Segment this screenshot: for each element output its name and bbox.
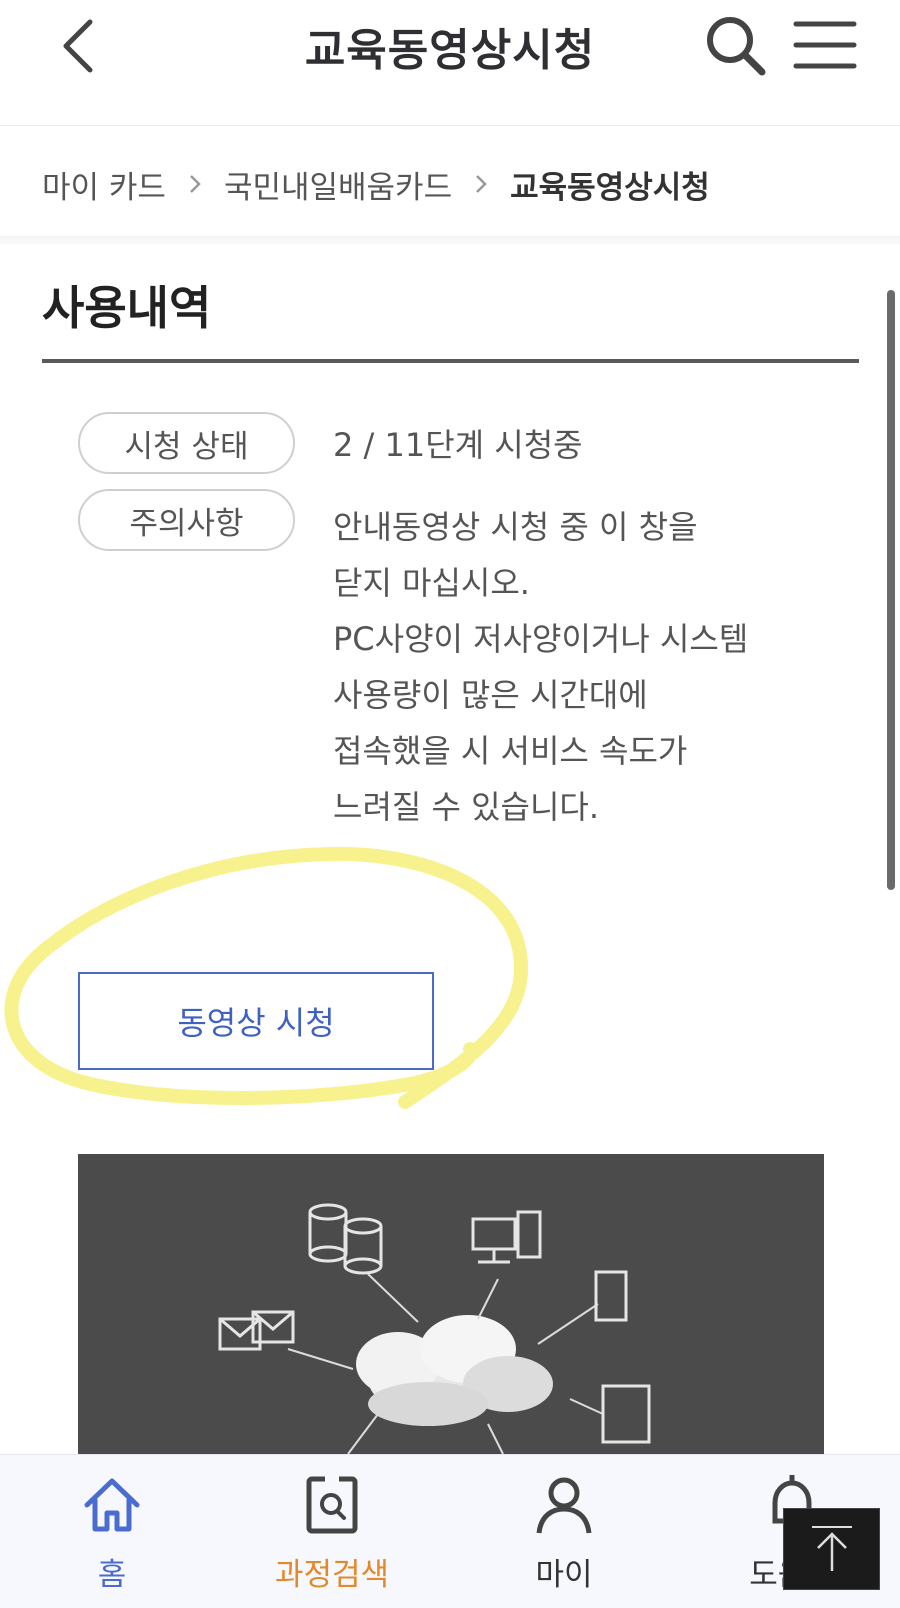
tab-course-search[interactable]: 과정검색 <box>252 1471 412 1601</box>
notice-line: 접속했을 시 서비스 속도가 <box>333 732 688 770</box>
cloud-network-image <box>78 1154 824 1454</box>
notice-line: 느려질 수 있습니다. <box>333 788 600 826</box>
app-header: 교육동영상시청 <box>0 0 900 126</box>
search-button[interactable] <box>700 10 770 80</box>
breadcrumb: 마이 카드 국민내일배움카드 교육동영상시청 <box>0 126 900 242</box>
tab-label: 과정검색 <box>274 1557 390 1593</box>
tab-label: 홈 <box>97 1557 127 1593</box>
hamburger-menu-icon <box>793 21 857 69</box>
tab-my[interactable]: 마이 <box>484 1471 644 1601</box>
video-thumbnail[interactable] <box>78 1154 824 1454</box>
search-icon <box>707 17 766 76</box>
menu-button[interactable] <box>790 10 860 80</box>
notice-line: 사용량이 많은 시간대에 <box>333 676 648 714</box>
breadcrumb-item-card[interactable]: 국민내일배움카드 <box>224 162 452 207</box>
user-icon <box>536 1477 592 1534</box>
breadcrumb-item-my-card[interactable]: 마이 카드 <box>42 162 166 207</box>
course-search-icon <box>306 1476 358 1534</box>
home-icon <box>84 1478 140 1532</box>
scroll-to-top-button[interactable] <box>783 1508 880 1590</box>
status-value: 2 / 11단계 시청중 <box>333 426 583 464</box>
notice-label-badge: 주의사항 <box>78 489 295 551</box>
scrollbar[interactable] <box>887 290 895 890</box>
section-divider <box>42 359 859 363</box>
arrow-up-icon <box>811 1526 852 1571</box>
main-content: 사용내역 시청 상태 2 / 11단계 시청중 주의사항 안내동영상 시청 중 … <box>0 244 900 1454</box>
chevron-right-icon <box>474 173 488 195</box>
tab-home[interactable]: 홈 <box>32 1471 192 1601</box>
notice-row: 주의사항 안내동영상 시청 중 이 창을 닫지 마십시오. PC사양이 저사양이… <box>78 489 748 826</box>
status-label-badge: 시청 상태 <box>78 412 295 474</box>
chevron-right-icon <box>188 173 202 195</box>
tab-label: 마이 <box>535 1557 593 1593</box>
notice-line: PC사양이 저사양이거나 시스템 <box>333 620 749 658</box>
notice-line: 닫지 마십시오. <box>333 564 530 602</box>
notice-text: 안내동영상 시청 중 이 창을 닫지 마십시오. PC사양이 저사양이거나 시스… <box>333 499 833 835</box>
watch-video-button[interactable]: 동영상 시청 <box>78 972 434 1070</box>
notice-line: 안내동영상 시청 중 이 창을 <box>333 508 698 546</box>
breadcrumb-item-current: 교육동영상시청 <box>510 169 710 206</box>
bottom-tab-bar: 홈 과정검색 마이 도움말 <box>0 1454 900 1608</box>
status-row: 시청 상태 2 / 11단계 시청중 <box>78 412 583 474</box>
section-title: 사용내역 <box>42 281 212 335</box>
